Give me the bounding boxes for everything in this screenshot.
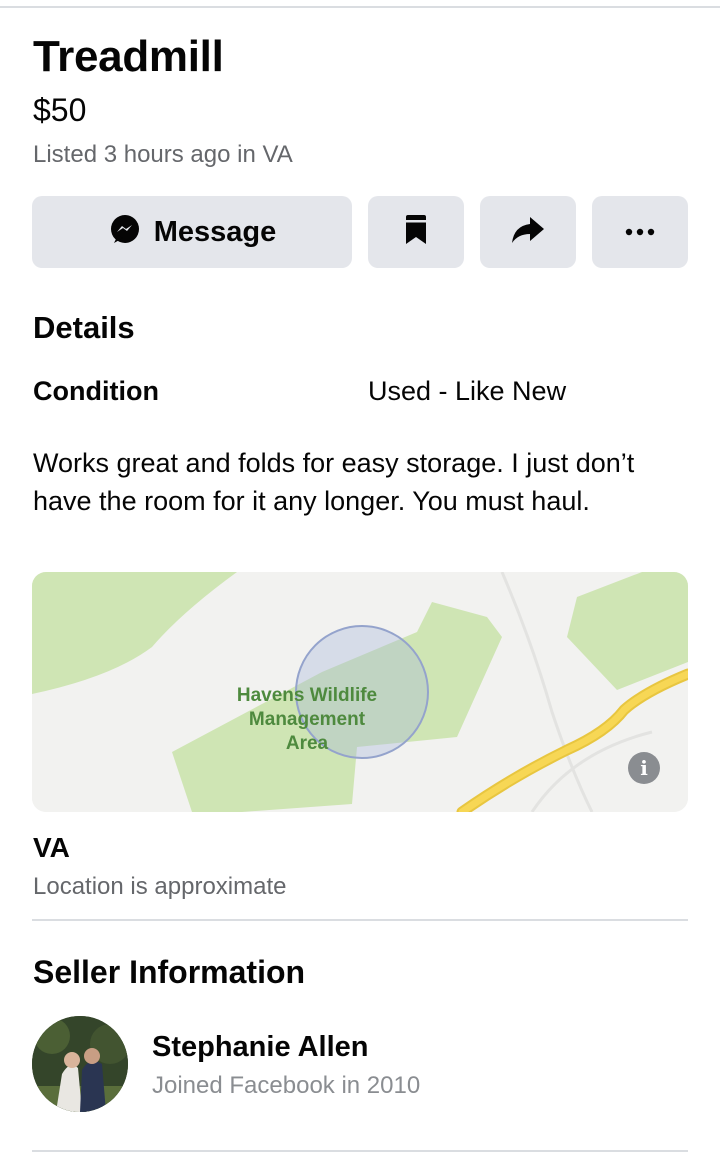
seller-name[interactable]: Stephanie Allen [152,1031,368,1064]
section-divider [32,919,688,921]
listing-description: Works great and folds for easy storage. … [33,448,635,516]
more-icon [625,223,655,241]
map-label-line: Area [285,733,329,754]
map-label-line: Management [248,709,366,730]
seller-joined: Joined Facebook in 2010 [152,1072,421,1099]
messenger-icon [108,213,142,252]
section-divider [32,1150,688,1152]
bookmark-icon [404,214,428,250]
action-bar: Message [32,196,688,268]
map-place-label: Havens Wildlife Management Area [207,684,407,756]
top-divider [0,6,720,8]
share-icon [510,215,546,250]
save-button[interactable] [368,196,464,268]
condition-value: Used - Like New [368,376,567,406]
condition-label: Condition [33,376,159,406]
share-button[interactable] [480,196,576,268]
listing-title: Treadmill [33,32,224,81]
listing-time-location: Listed 3 hours ago in VA [33,141,293,168]
seller-heading: Seller Information [33,954,306,990]
map-label-line: Havens Wildlife [236,685,378,706]
location-map[interactable]: Havens Wildlife Management Area i [32,572,688,812]
location-name: VA [33,832,70,863]
more-options-button[interactable] [592,196,688,268]
message-button-label: Message [153,215,277,248]
seller-avatar[interactable] [32,1016,128,1112]
map-info-icon[interactable]: i [628,752,660,784]
message-button[interactable]: Message [32,196,352,268]
listing-price: $50 [33,92,87,128]
details-heading: Details [33,310,135,345]
location-note: Location is approximate [33,873,287,900]
